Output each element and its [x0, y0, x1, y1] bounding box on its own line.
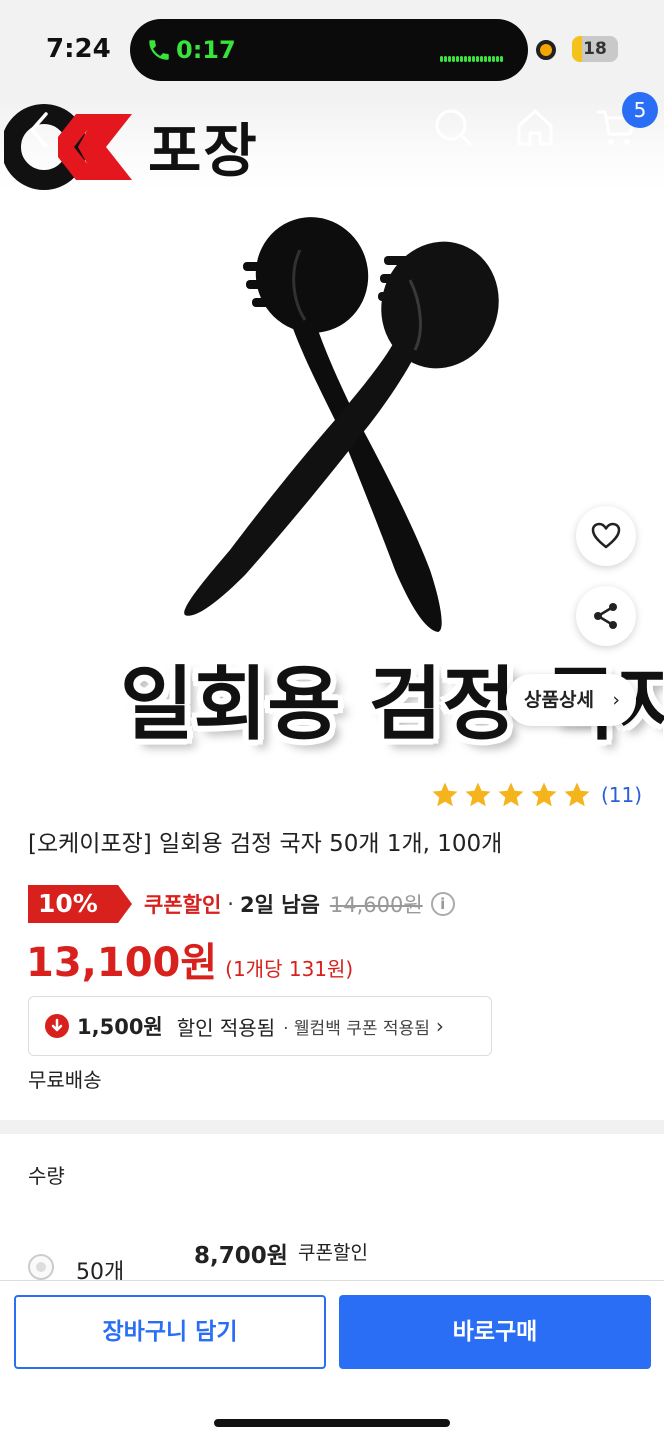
review-count[interactable]: (11) [601, 783, 642, 807]
option-coupon-label: 쿠폰할인 [298, 1242, 368, 1264]
recording-indicator-icon [536, 40, 556, 60]
battery-level: 18 [583, 39, 607, 59]
star-icon [498, 782, 524, 807]
cart-count-badge: 5 [622, 92, 658, 128]
original-price: 14,600원 [329, 893, 423, 917]
option-price: 8,700원 [194, 1243, 288, 1269]
coupon-amount: 1,500원 [77, 1015, 163, 1039]
status-time: 7:24 [46, 34, 111, 64]
star-icon [531, 782, 557, 807]
home-indicator[interactable] [214, 1419, 450, 1427]
discount-row: 10% 쿠폰할인 · 2일 남음 14,600원 i [28, 884, 455, 924]
app-header: 포장 5 [0, 92, 664, 190]
shipping-info: 무료배송 [28, 1068, 102, 1092]
phone-icon [149, 40, 169, 60]
price-row: 13,100원 (1개당 131원) [26, 930, 353, 988]
coupon-discount-label: 쿠폰할인 [144, 893, 222, 917]
share-button[interactable] [576, 586, 636, 646]
search-icon[interactable] [432, 106, 474, 148]
coupon-applied-text: 할인 적용됨 [176, 1015, 276, 1040]
product-detail-button[interactable]: 상품상세 › [506, 674, 636, 726]
quantity-label: 수량 [28, 1164, 65, 1188]
home-icon[interactable] [514, 106, 556, 148]
dynamic-island[interactable]: 0:17 [130, 19, 528, 81]
chevron-right-icon: › [435, 1014, 444, 1038]
welcome-coupon-text: · 웰컴백 쿠폰 적용됨 [283, 1018, 430, 1039]
share-icon [594, 603, 617, 629]
wishlist-button[interactable] [576, 506, 636, 566]
chevron-right-icon: › [612, 689, 620, 711]
bottom-action-bar: 장바구니 담기 바로구매 [0, 1280, 664, 1440]
unit-price: (1개당 131원) [225, 957, 354, 981]
brand-name: 포장 [148, 117, 259, 185]
info-icon[interactable]: i [430, 892, 455, 916]
star-icon [465, 782, 491, 807]
back-chevron-icon[interactable] [24, 110, 54, 150]
days-left: 2일 남음 [239, 893, 320, 917]
section-divider [0, 1120, 664, 1134]
coupon-applied-box[interactable]: 1,500원 할인 적용됨 · 웰컴백 쿠폰 적용됨 › [28, 996, 492, 1056]
option-radio[interactable] [28, 1254, 54, 1280]
star-icon [432, 782, 458, 807]
separator-dot: · [227, 892, 234, 916]
down-arrow-icon [45, 1014, 69, 1038]
product-image[interactable]: 일회용 검정 국자 상품상세 › [0, 190, 664, 760]
sale-price: 13,100원 [26, 940, 218, 986]
product-title: [오케이포장] 일회용 검정 국자 50개 1개, 100개 [28, 831, 503, 857]
discount-badge: 10% [28, 885, 132, 923]
star-icon [564, 782, 590, 807]
heart-icon [591, 522, 621, 549]
buy-now-button[interactable]: 바로구매 [339, 1295, 651, 1369]
rating[interactable]: (11) [430, 778, 642, 812]
call-duration: 0:17 [176, 36, 236, 64]
product-detail-label: 상품상세 [524, 689, 594, 711]
battery-icon: 18 [572, 36, 618, 62]
audio-waveform-icon [440, 47, 506, 62]
add-to-cart-button[interactable]: 장바구니 담기 [14, 1295, 326, 1369]
status-bar: 7:24 0:17 18 [0, 0, 664, 100]
